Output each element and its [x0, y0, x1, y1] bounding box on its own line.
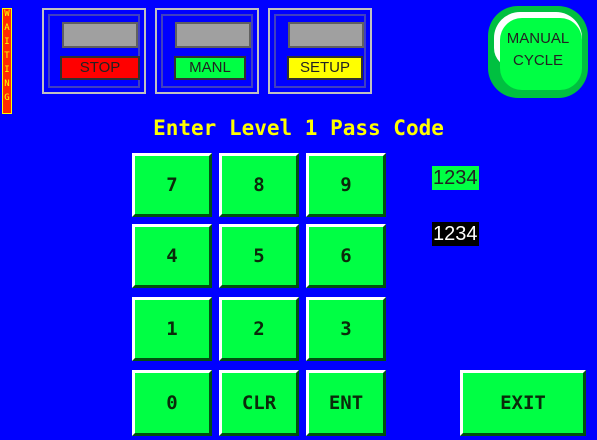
pass-code-title: Enter Level 1 Pass Code	[153, 116, 444, 140]
key-2[interactable]: 2	[219, 297, 299, 361]
key-label: 7	[166, 174, 178, 196]
key-0[interactable]: 0	[132, 370, 212, 436]
stop-mode-label[interactable]: STOP	[60, 56, 140, 80]
status-letter: T	[4, 51, 10, 61]
key-3[interactable]: 3	[306, 297, 386, 361]
expected-code-display: 1234	[432, 222, 479, 246]
key-label: CLR	[241, 392, 277, 414]
key-label: ENT	[328, 392, 364, 414]
status-letter: A	[4, 23, 10, 33]
manual-cycle-line2: CYCLE	[512, 52, 564, 69]
key-label: 6	[340, 245, 352, 267]
key-4[interactable]: 4	[132, 224, 212, 288]
status-letter: G	[4, 93, 10, 103]
key-7[interactable]: 7	[132, 153, 212, 217]
key-5[interactable]: 5	[219, 224, 299, 288]
setup-label-text: SETUP	[299, 59, 350, 76]
stop-indicator-lamp	[62, 22, 138, 48]
key-8[interactable]: 8	[219, 153, 299, 217]
exit-button[interactable]: EXIT	[460, 370, 586, 436]
key-label: EXIT	[500, 392, 546, 414]
status-letter: I	[4, 65, 10, 75]
manual-cycle-line1: MANUAL	[506, 30, 570, 47]
setup-indicator-lamp	[288, 22, 364, 48]
manl-mode-label[interactable]: MANL	[174, 56, 246, 80]
key-1[interactable]: 1	[132, 297, 212, 361]
key-label: 9	[340, 174, 352, 196]
key-label: 8	[253, 174, 265, 196]
enter-button[interactable]: ENT	[306, 370, 386, 436]
status-letter: W	[4, 9, 10, 19]
manl-indicator-lamp	[175, 22, 251, 48]
manual-cycle-button[interactable]: MANUAL CYCLE	[488, 6, 588, 98]
status-letter: N	[4, 79, 10, 89]
key-label: 4	[166, 245, 178, 267]
key-label: 2	[253, 318, 265, 340]
key-label: 1	[166, 318, 178, 340]
status-letter: I	[4, 37, 10, 47]
key-label: 0	[166, 392, 178, 414]
stop-label-text: STOP	[79, 59, 121, 76]
key-label: 3	[340, 318, 352, 340]
status-strip: W A I T I N G	[2, 8, 12, 114]
manl-mode-panel	[155, 8, 259, 94]
setup-mode-panel	[268, 8, 372, 94]
stop-mode-panel	[42, 8, 146, 94]
entered-code-display: 1234	[432, 166, 479, 190]
key-label: 5	[253, 245, 265, 267]
key-6[interactable]: 6	[306, 224, 386, 288]
key-9[interactable]: 9	[306, 153, 386, 217]
clear-button[interactable]: CLR	[219, 370, 299, 436]
manl-label-text: MANL	[189, 59, 231, 76]
setup-mode-label[interactable]: SETUP	[287, 56, 363, 80]
